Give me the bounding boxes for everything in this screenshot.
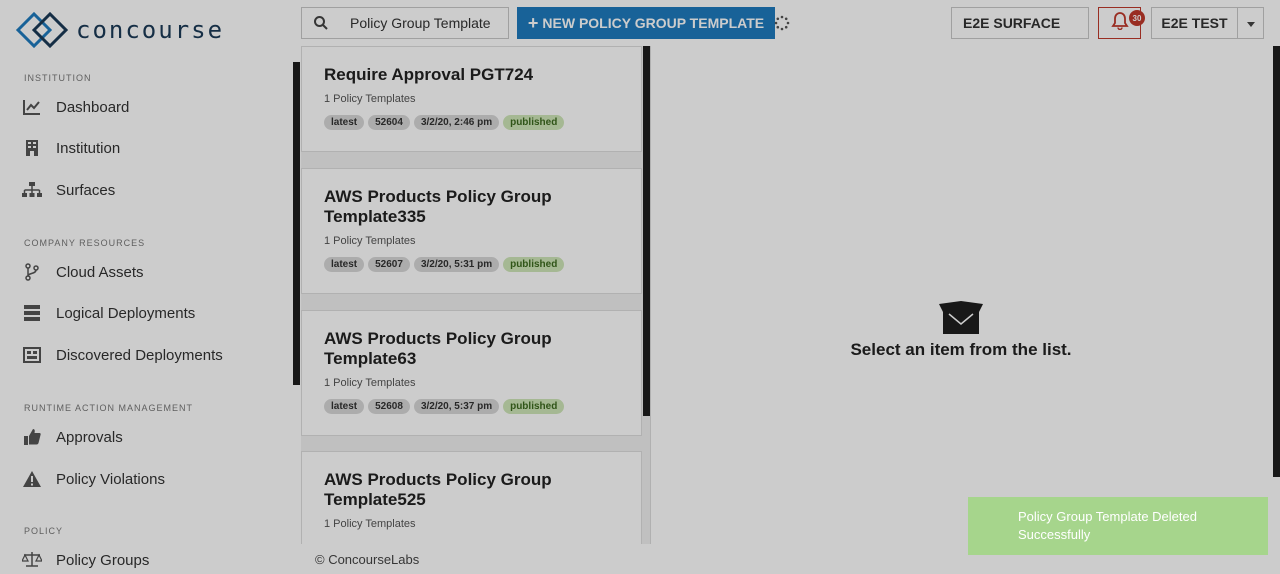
chart-line-icon: [22, 97, 42, 117]
sitemap-icon: [22, 180, 42, 200]
sidebar-item-dashboard[interactable]: Dashboard: [22, 95, 129, 119]
brand-logo[interactable]: concourse: [16, 12, 224, 48]
bell-icon: [1110, 11, 1129, 35]
branch-icon: [22, 262, 42, 282]
section-title-policy: POLICY: [24, 526, 64, 536]
id-tag: 52604: [368, 115, 410, 130]
success-toast[interactable]: Policy Group Template Deleted Successful…: [968, 497, 1268, 555]
sidebar-item-label: Policy Violations: [56, 470, 165, 488]
section-title-runtime-action-management: RUNTIME ACTION MANAGEMENT: [24, 403, 194, 413]
footer-copyright: © ConcourseLabs: [301, 544, 651, 574]
status-badge: published: [503, 399, 565, 414]
sidebar-item-discovered-deployments[interactable]: Discovered Deployments: [22, 343, 223, 367]
sidebar-item-label: Policy Groups: [56, 551, 150, 569]
list-item[interactable]: AWS Products Policy Group Template63 1 P…: [301, 310, 642, 436]
sidebar-item-label: Logical Deployments: [56, 304, 196, 322]
user-menu-button[interactable]: E2E TEST: [1151, 7, 1238, 39]
sidebar: concourse INSTITUTION Dashboard Institut…: [0, 0, 300, 574]
id-tag: 52607: [368, 257, 410, 272]
sidebar-item-label: Discovered Deployments: [56, 346, 223, 364]
new-policy-group-template-button[interactable]: + NEW POLICY GROUP TEMPLATE: [517, 7, 775, 39]
section-title-institution: INSTITUTION: [24, 73, 92, 83]
building-icon: [22, 138, 42, 158]
list-item[interactable]: Require Approval PGT724 1 Policy Templat…: [301, 46, 642, 152]
version-tag: latest: [324, 399, 365, 414]
detail-scrollbar[interactable]: [1273, 46, 1280, 477]
list-item-title: AWS Products Policy Group Template335: [324, 187, 552, 226]
radar-icon: [22, 345, 42, 365]
thumbs-up-icon: [22, 427, 42, 447]
sidebar-item-label: Approvals: [56, 428, 123, 446]
open-box-icon: [935, 300, 987, 341]
surface-selector-button[interactable]: E2E SURFACE: [951, 7, 1089, 39]
notifications-button[interactable]: 30: [1098, 7, 1145, 39]
server-icon: [22, 303, 42, 323]
list-item-title: Require Approval PGT724: [324, 65, 534, 84]
date-tag: 3/2/20, 5:37 pm: [413, 399, 500, 414]
sidebar-item-approvals[interactable]: Approvals: [22, 425, 123, 449]
sidebar-item-surfaces[interactable]: Surfaces: [22, 178, 115, 202]
sidebar-item-cloud-assets[interactable]: Cloud Assets: [22, 260, 144, 284]
search-icon: [302, 16, 340, 30]
brand-name: concourse: [76, 16, 225, 44]
list-item-title: AWS Products Policy Group Template63: [324, 329, 552, 368]
sidebar-item-label: Surfaces: [56, 181, 116, 199]
list-item-subtitle: 1 Policy Templates: [324, 235, 416, 247]
list-item-tags: latest 52607 3/2/20, 5:31 pm published: [324, 257, 619, 272]
list-item-subtitle: 1 Policy Templates: [324, 93, 416, 105]
policy-group-template-list: Require Approval PGT724 1 Policy Templat…: [301, 46, 651, 544]
new-button-label: NEW POLICY GROUP TEMPLATE: [542, 15, 765, 31]
version-tag: latest: [324, 257, 365, 272]
search-box[interactable]: [301, 7, 509, 39]
empty-state-message: Select an item from the list.: [850, 340, 1072, 359]
id-tag: 52608: [368, 399, 410, 414]
date-tag: 3/2/20, 2:46 pm: [413, 115, 500, 130]
warning-icon: [22, 469, 42, 489]
sidebar-item-policy-violations[interactable]: Policy Violations: [22, 467, 165, 491]
list-item-subtitle: 1 Policy Templates: [324, 377, 416, 389]
notification-count-badge: 30: [1129, 10, 1145, 26]
loading-spinner-icon: [774, 15, 790, 36]
list-item[interactable]: AWS Products Policy Group Template525 1 …: [301, 451, 642, 544]
search-input[interactable]: [340, 15, 500, 31]
caret-down-icon: [1246, 14, 1255, 32]
sidebar-item-logical-deployments[interactable]: Logical Deployments: [22, 301, 195, 325]
user-menu-dropdown-toggle[interactable]: [1237, 7, 1264, 39]
status-badge: published: [503, 257, 565, 272]
section-title-company-resources: COMPANY RESOURCES: [24, 238, 146, 248]
detail-panel: Select an item from the list.: [651, 46, 1274, 574]
sidebar-item-label: Institution: [56, 139, 121, 157]
version-tag: latest: [324, 115, 365, 130]
sidebar-item-institution[interactable]: Institution: [22, 136, 120, 160]
concourse-logo-icon: [16, 12, 68, 48]
list-item-subtitle: 1 Policy Templates: [324, 518, 416, 530]
date-tag: 3/2/20, 5:31 pm: [413, 257, 500, 272]
list-item-tags: latest 52604 3/2/20, 2:46 pm published: [324, 115, 619, 130]
plus-icon: +: [527, 12, 539, 33]
sidebar-item-label: Dashboard: [56, 98, 130, 116]
sidebar-item-label: Cloud Assets: [56, 263, 144, 281]
sidebar-item-policy-groups[interactable]: Policy Groups: [22, 548, 149, 572]
balance-scale-icon: [22, 550, 42, 570]
list-item-title: AWS Products Policy Group Template525: [324, 470, 552, 509]
list-item-tags: latest 52608 3/2/20, 5:37 pm published: [324, 399, 619, 414]
list-item[interactable]: AWS Products Policy Group Template335 1 …: [301, 168, 642, 294]
sidebar-scrollbar[interactable]: [293, 62, 300, 385]
status-badge: published: [503, 115, 565, 130]
list-scrollbar[interactable]: [643, 46, 650, 416]
